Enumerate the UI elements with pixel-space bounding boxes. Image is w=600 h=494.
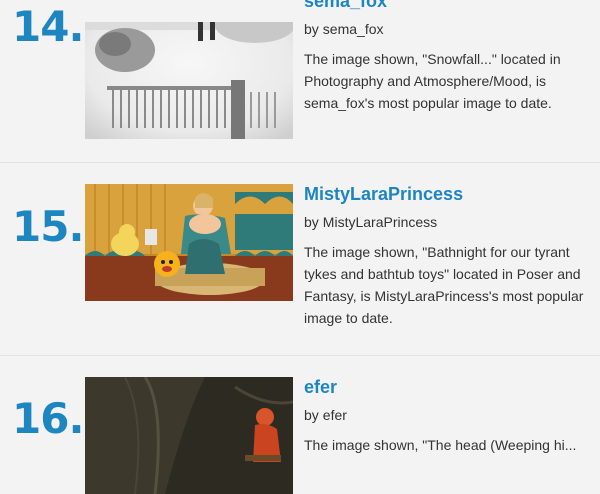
by-line: by efer [304, 406, 600, 424]
by-username: efer [322, 407, 347, 423]
thumbnail-bathnight[interactable] [85, 184, 293, 301]
image-description: The image shown, "Snowfall..." located i… [304, 51, 561, 111]
entry-divider [0, 162, 600, 163]
by-username: MistyLaraPrincess [322, 214, 438, 230]
image-description: The image shown, "Bathnight for our tyra… [304, 244, 584, 326]
artist-name-link[interactable]: sema_fox [304, 0, 600, 12]
entry-info: MistyLaraPrincess by MistyLaraPrincess Th… [304, 183, 600, 329]
by-line: by MistyLaraPrincess [304, 213, 600, 231]
snowfall-image [85, 22, 293, 139]
bathnight-image [85, 184, 293, 301]
artist-name-link[interactable]: MistyLaraPrincess [304, 183, 600, 205]
by-label: by [304, 21, 319, 37]
thumbnail-head[interactable] [85, 377, 293, 494]
entry-info: sema_fox by sema_fox The image shown, "Sn… [304, 0, 600, 114]
rank-number: 14. [12, 2, 84, 51]
entry-info: efer by efer The image shown, "The head (… [304, 376, 600, 456]
artist-name-link[interactable]: efer [304, 376, 600, 398]
image-description: The image shown, "The head (Weeping hi..… [304, 437, 577, 453]
thumbnail-snowfall[interactable] [85, 22, 293, 139]
head-image [85, 377, 293, 494]
rank-number: 15. [12, 202, 84, 251]
by-line: by sema_fox [304, 20, 600, 38]
entry-divider [0, 355, 600, 356]
rank-number: 16. [12, 394, 84, 443]
by-label: by [304, 407, 319, 423]
by-label: by [304, 214, 319, 230]
by-username: sema_fox [322, 21, 384, 37]
